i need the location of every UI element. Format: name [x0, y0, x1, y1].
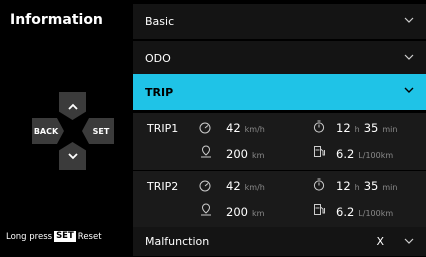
stopwatch-icon: [313, 120, 325, 133]
trip-label: TRIP1: [147, 122, 179, 135]
trip-time: 12 h 35 min: [336, 179, 397, 193]
trip-time-minutes: 35: [363, 121, 379, 135]
trip-row: TRIP2 42 km/h 12 h 35 min 200 km 6.2 L/1…: [133, 170, 426, 228]
info-menu: Basic ODO TRIP TRIP1 42 km/h 12 h 35 min…: [133, 0, 426, 257]
chevron-up-icon: [67, 103, 78, 110]
menu-item-basic[interactable]: Basic: [133, 4, 426, 40]
trip-time-hours: 12: [336, 121, 351, 135]
trip-distance-value: 200: [226, 147, 248, 161]
menu-item-odo[interactable]: ODO: [133, 41, 426, 77]
avg-speed-unit: km/h: [244, 125, 265, 134]
stopwatch-icon: [313, 178, 325, 191]
trip-row: TRIP1 42 km/h 12 h 35 min 200 km 6.2 L/1…: [133, 113, 426, 170]
menu-item-label: Malfunction: [145, 235, 210, 248]
fuel-consumption-value: 6.2: [336, 205, 355, 219]
trip-distance-value: 200: [226, 205, 248, 219]
fuel-consumption: 6.2 L/100km: [336, 147, 393, 161]
avg-speed-value: 42: [226, 179, 241, 193]
malfunction-status: X: [376, 235, 384, 248]
speedometer-icon: [199, 122, 211, 134]
chevron-down-icon: [404, 87, 414, 93]
speedometer-icon: [199, 180, 211, 192]
trip-distance: 200 km: [226, 147, 264, 161]
chevron-down-icon: [67, 152, 78, 159]
reset-hint: Long press SET Reset: [6, 231, 102, 242]
menu-item-label: ODO: [145, 52, 171, 65]
fuel-consumption-unit: L/100km: [358, 209, 394, 218]
menu-item-label: TRIP: [145, 85, 174, 99]
set-button[interactable]: SET: [82, 118, 114, 144]
fuel-consumption-value: 6.2: [336, 147, 355, 161]
menu-item-label: Basic: [145, 15, 175, 28]
menu-item-trip[interactable]: TRIP: [133, 74, 426, 111]
chevron-down-icon: [404, 54, 414, 60]
down-button[interactable]: [59, 142, 86, 170]
fuel-consumption: 6.2 L/100km: [336, 205, 393, 219]
reset-hint-prefix: Long press: [6, 231, 53, 242]
fuel-consumption-unit: L/100km: [358, 151, 394, 160]
minutes-unit: min: [382, 125, 398, 134]
trip-distance: 200 km: [226, 205, 264, 219]
menu-item-malfunction[interactable]: Malfunction X: [133, 227, 426, 257]
avg-speed: 42 km/h: [226, 121, 265, 135]
fuel-pump-icon: [314, 204, 325, 215]
trip-time: 12 h 35 min: [336, 121, 397, 135]
trip-distance-unit: km: [251, 151, 265, 160]
up-button[interactable]: [59, 92, 86, 120]
trip-label: TRIP2: [147, 180, 179, 193]
trip-time-hours: 12: [336, 179, 351, 193]
avg-speed: 42 km/h: [226, 179, 265, 193]
avg-speed-unit: km/h: [244, 183, 265, 192]
trip-time-minutes: 35: [363, 179, 379, 193]
left-panel: Information BACK SET Long press SET Rese…: [0, 0, 133, 257]
location-pin-icon: [201, 145, 211, 158]
set-badge: SET: [54, 231, 76, 242]
reset-hint-suffix: Reset: [77, 231, 102, 242]
avg-speed-value: 42: [226, 121, 241, 135]
hours-unit: h: [354, 183, 360, 192]
fuel-pump-icon: [314, 146, 325, 157]
back-button[interactable]: BACK: [32, 118, 64, 144]
dpad: BACK SET: [0, 0, 133, 257]
minutes-unit: min: [382, 183, 398, 192]
trip-distance-unit: km: [251, 209, 265, 218]
hours-unit: h: [354, 125, 360, 134]
chevron-down-icon: [404, 238, 414, 244]
location-pin-icon: [201, 203, 211, 216]
chevron-down-icon: [404, 17, 414, 23]
